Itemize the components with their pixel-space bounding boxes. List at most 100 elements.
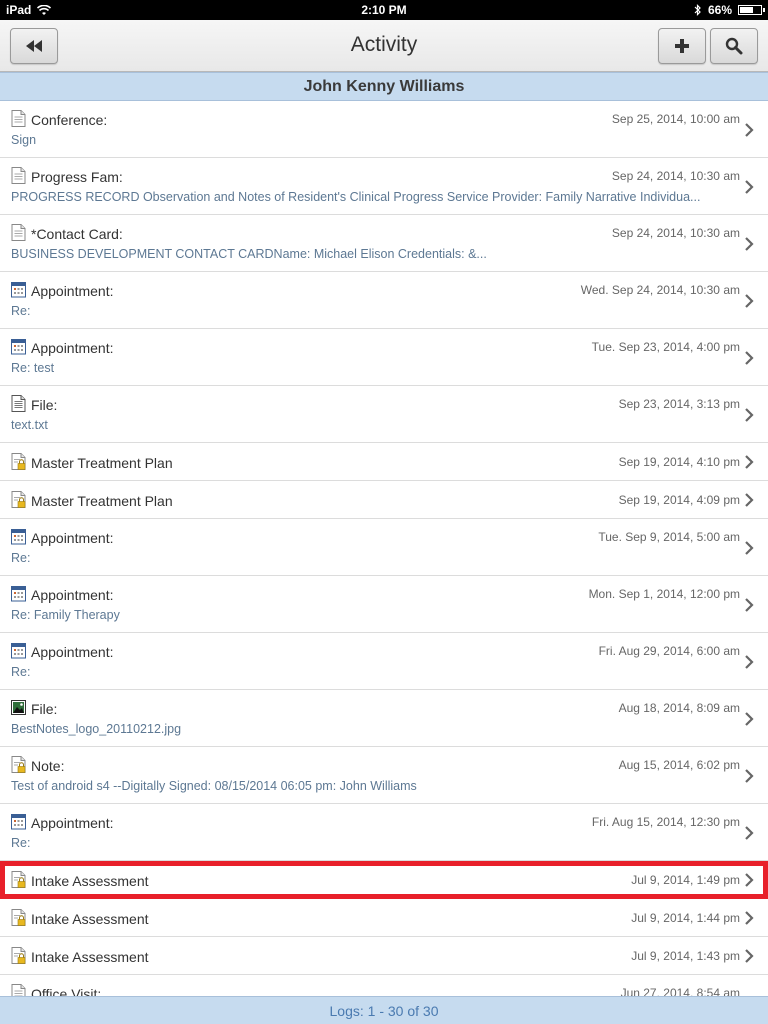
row-date: Sep 24, 2014, 10:30 am [611, 226, 740, 240]
calendar-icon [11, 813, 26, 830]
activity-row[interactable]: Appointment: Fri. Aug 29, 2014, 6:00 am Re… [0, 633, 768, 690]
row-date: Wed. Sep 24, 2014, 10:30 am [580, 283, 740, 297]
nav-header: Activity [0, 20, 768, 72]
row-subtitle: Sign [11, 133, 37, 147]
row-date: Tue. Sep 23, 2014, 4:00 pm [591, 340, 740, 354]
locked-document-icon [11, 491, 26, 508]
calendar-icon [11, 585, 26, 602]
chevron-right-icon [745, 769, 754, 783]
row-subtitle: BUSINESS DEVELOPMENT CONTACT CARDName: M… [11, 247, 487, 261]
section-header: John Kenny Williams [0, 72, 768, 101]
row-title: Master Treatment Plan [31, 455, 173, 471]
row-date: Aug 18, 2014, 8:09 am [618, 701, 740, 715]
row-subtitle: PROGRESS RECORD Observation and Notes of… [11, 190, 701, 204]
chevron-right-icon [745, 408, 754, 422]
locked-document-icon [11, 756, 26, 773]
chevron-right-icon [745, 911, 754, 925]
add-button[interactable] [658, 28, 706, 64]
row-title: Progress Fam: [31, 169, 123, 185]
chevron-right-icon [745, 180, 754, 194]
logs-count: Logs: 1 - 30 of 30 [0, 996, 768, 1024]
locked-document-icon [11, 871, 26, 888]
row-title: Master Treatment Plan [31, 493, 173, 509]
chevron-right-icon [745, 712, 754, 726]
status-right: 66% [694, 3, 765, 17]
row-title: Note: [31, 758, 65, 774]
row-date: Fri. Aug 15, 2014, 12:30 pm [591, 815, 740, 829]
activity-row[interactable]: Appointment: Tue. Sep 23, 2014, 4:00 pm Re… [0, 329, 768, 386]
row-date: Sep 19, 2014, 4:10 pm [618, 455, 740, 469]
row-subtitle: text.txt [11, 418, 48, 432]
activity-row[interactable]: Intake Assessment Jul 9, 2014, 1:49 pm [0, 861, 768, 899]
chevron-right-icon [745, 598, 754, 612]
row-title: Appointment: [31, 530, 114, 546]
image-file-icon [11, 699, 26, 716]
chevron-right-icon [745, 655, 754, 669]
activity-row[interactable]: Conference: Sep 25, 2014, 10:00 am Sign [0, 101, 768, 158]
activity-row[interactable]: Note: Aug 15, 2014, 6:02 pm Test of androi… [0, 747, 768, 804]
activity-row[interactable]: Master Treatment Plan Sep 19, 2014, 4:09 … [0, 481, 768, 519]
battery-percent: 66% [707, 3, 732, 17]
row-title: Office Visit: [31, 986, 102, 996]
document-icon [11, 984, 26, 996]
page-title: Activity [350, 33, 418, 56]
row-subtitle: Test of android s4 --Digitally Signed: 0… [11, 779, 417, 793]
row-title: Appointment: [31, 340, 114, 356]
activity-row[interactable]: Appointment: Fri. Aug 15, 2014, 12:30 pm R… [0, 804, 768, 861]
row-title: Intake Assessment [31, 949, 149, 965]
row-date: Sep 24, 2014, 10:30 am [611, 169, 740, 183]
chevron-right-icon [745, 237, 754, 251]
row-subtitle: Re: [11, 836, 31, 850]
row-date: Sep 23, 2014, 3:13 pm [618, 397, 740, 411]
activity-row[interactable]: Master Treatment Plan Sep 19, 2014, 4:10 … [0, 443, 768, 481]
document-icon [11, 167, 26, 184]
search-icon [725, 37, 743, 55]
locked-document-icon [11, 909, 26, 926]
row-date: Mon. Sep 1, 2014, 12:00 pm [588, 587, 740, 601]
activity-row[interactable]: Appointment: Tue. Sep 9, 2014, 5:00 am Re: [0, 519, 768, 576]
activity-row[interactable]: Office Visit: Jun 27, 2014, 8:54 am [0, 975, 768, 996]
plus-icon [675, 39, 689, 53]
row-subtitle: Re: test [11, 361, 55, 375]
row-date: Aug 15, 2014, 6:02 pm [618, 758, 740, 772]
row-title: Appointment: [31, 283, 114, 299]
chevron-right-icon [745, 949, 754, 963]
chevron-right-icon [745, 826, 754, 840]
row-subtitle: Re: [11, 304, 31, 318]
row-title: File: [31, 701, 58, 717]
row-title: *Contact Card: [31, 226, 123, 242]
row-title: Appointment: [31, 587, 114, 603]
row-title: Appointment: [31, 815, 114, 831]
row-date: Jul 9, 2014, 1:49 pm [631, 873, 740, 887]
row-date: Fri. Aug 29, 2014, 6:00 am [598, 644, 740, 658]
chevron-right-icon [745, 123, 754, 137]
calendar-icon [11, 642, 26, 659]
row-title: Conference: [31, 112, 108, 128]
row-date: Jun 27, 2014, 8:54 am [620, 986, 740, 996]
row-title: Intake Assessment [31, 911, 149, 927]
document-icon [11, 224, 26, 241]
chevron-right-icon [745, 294, 754, 308]
row-subtitle: BestNotes_logo_20110212.jpg [11, 722, 182, 736]
activity-row[interactable]: Intake Assessment Jul 9, 2014, 1:44 pm [0, 899, 768, 937]
row-date: Sep 25, 2014, 10:00 am [611, 112, 740, 126]
activity-row[interactable]: Intake Assessment Jul 9, 2014, 1:43 pm [0, 937, 768, 975]
row-date: Jul 9, 2014, 1:43 pm [631, 949, 740, 963]
activity-row[interactable]: Appointment: Wed. Sep 24, 2014, 10:30 am R… [0, 272, 768, 329]
calendar-icon [11, 338, 26, 355]
row-title: Appointment: [31, 644, 114, 660]
activity-row[interactable]: File: Aug 18, 2014, 8:09 am BestNotes_logo… [0, 690, 768, 747]
chevron-right-icon [745, 541, 754, 555]
activity-list[interactable]: Conference: Sep 25, 2014, 10:00 am Sign Pr… [0, 101, 768, 996]
row-subtitle: Re: [11, 665, 31, 679]
search-button[interactable] [710, 28, 758, 64]
activity-row[interactable]: *Contact Card: Sep 24, 2014, 10:30 am BUSI… [0, 215, 768, 272]
activity-row[interactable]: File: Sep 23, 2014, 3:13 pm text.txt [0, 386, 768, 443]
locked-document-icon [11, 453, 26, 470]
activity-row[interactable]: Progress Fam: Sep 24, 2014, 10:30 am PROGR… [0, 158, 768, 215]
bluetooth-icon [694, 4, 701, 16]
activity-row[interactable]: Appointment: Mon. Sep 1, 2014, 12:00 pm Re… [0, 576, 768, 633]
battery-icon [738, 5, 765, 15]
row-title: File: [31, 397, 58, 413]
chevron-right-icon [745, 493, 754, 507]
